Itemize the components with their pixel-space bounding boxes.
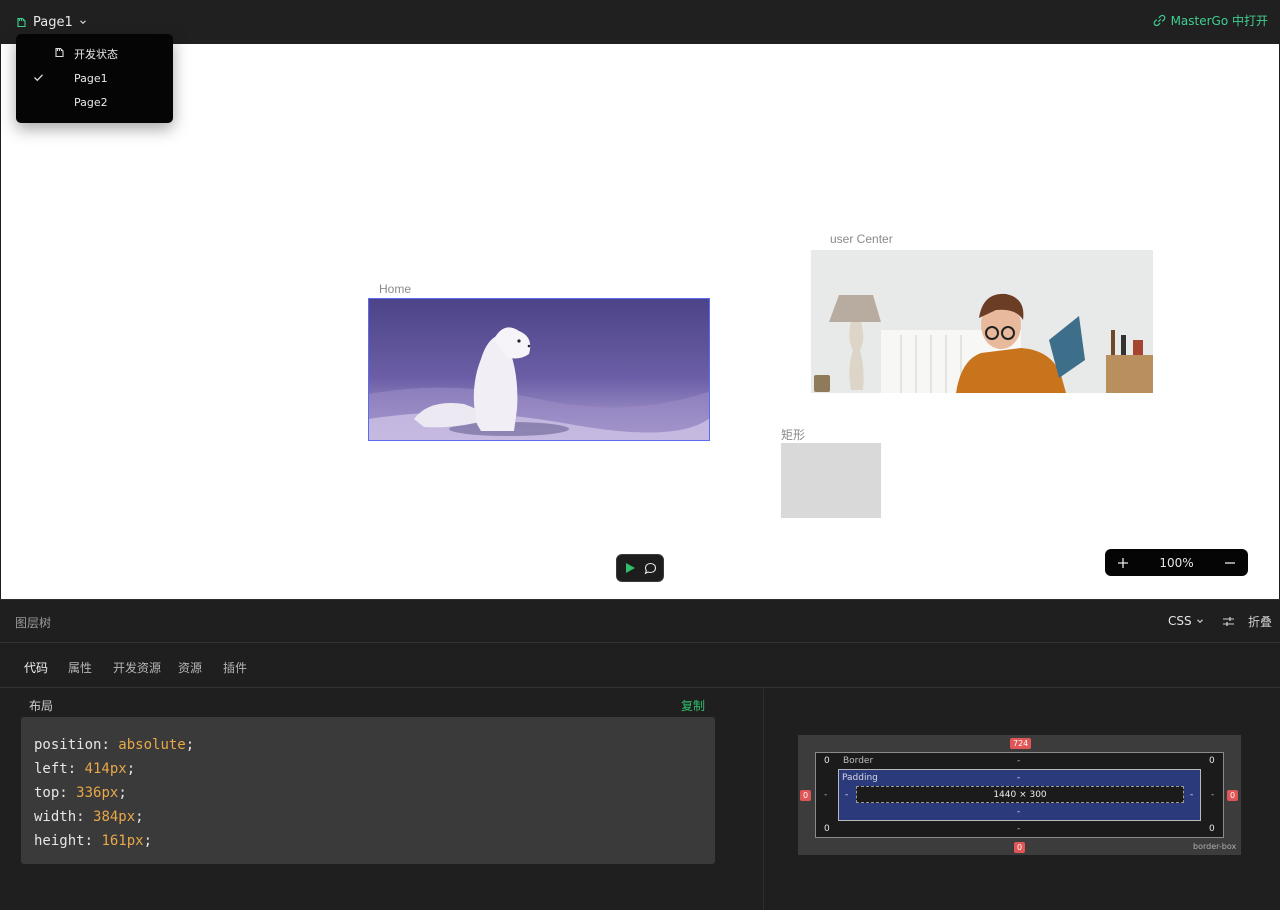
comment-icon[interactable] <box>644 562 657 575</box>
margin-top-badge: 724 <box>1010 738 1032 749</box>
code-line: height: 161px; <box>34 833 153 849</box>
layer-tree-title[interactable]: 图层树 <box>15 614 51 631</box>
zoom-level: 100% <box>1159 555 1194 570</box>
page-switcher[interactable]: Page1 <box>16 12 87 32</box>
frame-label-rectangle: 矩形 <box>781 428 806 442</box>
border-top-right-value: 0 <box>1209 756 1215 766</box>
top-bar: Page1 MasterGo 中打开 <box>0 0 1280 44</box>
dropdown-item-label: 开发状态 <box>74 48 118 61</box>
chevron-down-icon <box>79 20 86 25</box>
dropdown-item-page2[interactable]: Page2 <box>16 90 173 114</box>
zoom-in-icon[interactable] <box>1117 557 1129 569</box>
code-pane: 布局 复制 position: absolute; left: 414px; t… <box>0 689 764 910</box>
dev-status-icon <box>55 47 64 58</box>
design-canvas[interactable]: Home user Center 矩形 <box>1 44 1279 599</box>
collapse-button[interactable]: 折叠 <box>1248 613 1272 630</box>
tab-plugins[interactable]: 插件 <box>223 659 247 676</box>
open-in-mastergo-link[interactable]: MasterGo 中打开 <box>1153 12 1268 29</box>
dev-status-icon <box>17 17 26 27</box>
box-model-diagram: 724 0 0 0 0 0 0 0 Border - - - - Padding… <box>798 735 1241 855</box>
border-bottom-value: - <box>1017 824 1021 834</box>
padding-right-value: - <box>1190 790 1194 800</box>
open-link-label: MasterGo 中打开 <box>1170 14 1268 28</box>
home-frame-image[interactable] <box>368 298 710 441</box>
dropdown-item-label: Page2 <box>74 95 108 109</box>
border-left-value: - <box>824 790 828 800</box>
link-icon <box>1153 14 1165 27</box>
tab-dev-resources[interactable]: 开发资源 <box>113 659 161 676</box>
content-size-value: 1440 × 300 <box>993 789 1047 800</box>
person-reading-photo <box>811 250 1153 393</box>
frame-label-home: Home <box>379 282 412 296</box>
zoom-control: 100% <box>1105 549 1248 576</box>
border-bottom-left-value: 0 <box>824 824 830 834</box>
settings-sliders-icon[interactable] <box>1222 615 1235 628</box>
margin-right-badge: 0 <box>1227 790 1239 801</box>
code-language-value: CSS <box>1168 614 1192 628</box>
box-sizing-label: border-box <box>1193 842 1237 851</box>
border-right-value: - <box>1211 790 1215 800</box>
copy-button[interactable]: 复制 <box>681 697 705 714</box>
panel-header: 图层树 CSS 折叠 <box>0 600 1280 643</box>
dropdown-item-label: Page1 <box>74 71 108 85</box>
content-size: 1440 × 300 <box>856 786 1184 803</box>
frame-label-user-center: user Center <box>830 232 893 246</box>
tab-properties[interactable]: 属性 <box>68 659 92 676</box>
code-line: top: 336px; <box>34 785 127 801</box>
tab-code[interactable]: 代码 <box>24 659 48 676</box>
play-icon[interactable] <box>624 562 636 574</box>
padding-left-value: - <box>845 790 849 800</box>
tab-resources[interactable]: 资源 <box>178 659 202 676</box>
zoom-out-icon[interactable] <box>1224 557 1236 569</box>
margin-left-badge: 0 <box>800 790 812 801</box>
css-code-block[interactable]: position: absolute; left: 414px; top: 33… <box>21 717 715 864</box>
padding-top-value: - <box>1017 773 1021 783</box>
border-top-value: - <box>1017 756 1021 766</box>
rectangle-shape[interactable] <box>781 443 881 518</box>
page-dropdown-menu: 开发状态 Page1 Page2 <box>16 34 173 123</box>
user-center-frame-image[interactable] <box>811 250 1153 393</box>
dropdown-item-dev-status[interactable]: 开发状态 <box>16 42 173 66</box>
code-line: position: absolute; <box>34 737 195 753</box>
current-page-name: Page1 <box>33 14 73 30</box>
margin-bottom-badge: 0 <box>1014 842 1026 853</box>
dropdown-item-page1[interactable]: Page1 <box>16 66 173 90</box>
padding-bottom-value: - <box>1017 807 1021 817</box>
code-line: left: 414px; <box>34 761 136 777</box>
layout-section-title: 布局 <box>29 699 54 713</box>
chevron-down-icon <box>1196 619 1203 624</box>
code-line: width: 384px; <box>34 809 144 825</box>
border-top-left-value: 0 <box>824 756 830 766</box>
border-label: Border <box>843 756 874 766</box>
padding-label: Padding <box>842 773 878 783</box>
border-bottom-right-value: 0 <box>1209 824 1215 834</box>
arctic-fox-photo <box>369 299 709 440</box>
panel-tabs: 代码 属性 开发资源 资源 插件 <box>0 644 1280 688</box>
preview-controls <box>616 554 664 582</box>
check-icon <box>34 74 43 82</box>
code-language-select[interactable]: CSS <box>1168 614 1204 628</box>
